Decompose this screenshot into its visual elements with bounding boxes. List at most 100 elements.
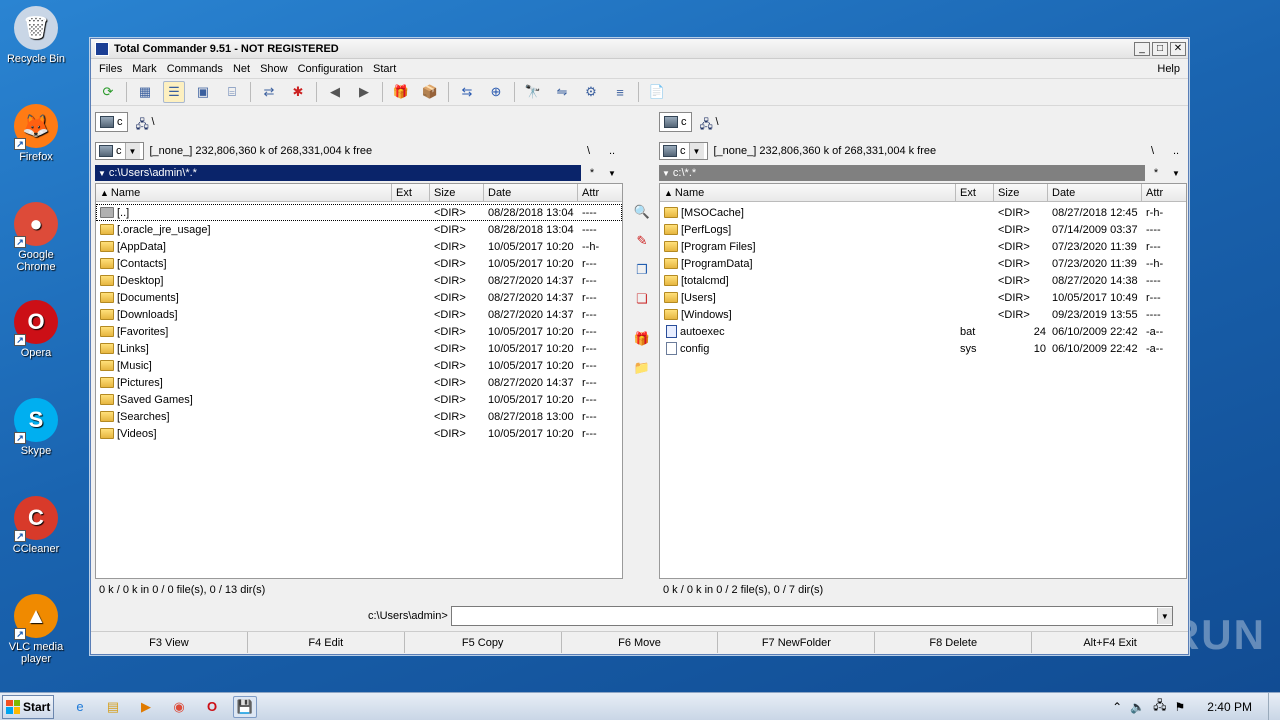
start-button[interactable]: Start — [2, 694, 54, 719]
menu-show[interactable]: Show — [260, 63, 288, 75]
sync-dirs-icon[interactable]: ⇋ — [551, 81, 573, 103]
desktop-icon[interactable]: S ↗ Skype — [0, 398, 72, 457]
f6-move-button[interactable]: F6 Move — [562, 632, 719, 653]
configure-icon[interactable]: ✱ — [287, 81, 309, 103]
desktop-icon[interactable]: C ↗ CCleaner — [0, 496, 72, 555]
f8-delete-button[interactable]: F8 Delete — [875, 632, 1033, 653]
file-row[interactable]: [Links] <DIR> 10/05/2017 10:20 r--- — [96, 340, 622, 357]
clock[interactable]: 2:40 PM — [1207, 700, 1252, 714]
flag-tray-icon[interactable]: ⚑ — [1175, 700, 1186, 714]
file-row[interactable]: config sys 10 06/10/2009 22:42 -a-- — [660, 340, 1186, 357]
menu-configuration[interactable]: Configuration — [298, 63, 363, 75]
file-row[interactable]: autoexec bat 24 06/10/2009 22:42 -a-- — [660, 323, 1186, 340]
left-root-label[interactable]: \ — [152, 116, 155, 128]
thumbnail-view-icon[interactable]: ▣ — [192, 81, 214, 103]
sort-ext-header[interactable]: Ext — [956, 184, 994, 201]
edit-file-icon[interactable]: ✎ — [631, 230, 653, 252]
sort-name-header[interactable]: ▲ Name — [660, 184, 956, 201]
tree-view-icon[interactable]: ⌸ — [221, 81, 243, 103]
f7-newfolder-button[interactable]: F7 NewFolder — [718, 632, 876, 653]
file-row[interactable]: [Contacts] <DIR> 10/05/2017 10:20 r--- — [96, 255, 622, 272]
file-row[interactable]: [Desktop] <DIR> 08/27/2020 14:37 r--- — [96, 272, 622, 289]
opera-icon[interactable]: O — [200, 696, 224, 718]
desktop-icon[interactable]: ● ↗ Google Chrome — [0, 202, 72, 273]
left-file-panel[interactable]: ▲ Name Ext Size Date Attr [..] <DIR> 08/28/… — [95, 183, 623, 579]
chevron-down-icon[interactable]: ▼ — [688, 143, 704, 159]
file-row[interactable]: [Music] <DIR> 10/05/2017 10:20 r--- — [96, 357, 622, 374]
copy-file-icon[interactable]: ❐ — [631, 259, 653, 281]
desktop-icon[interactable]: 🦊 ↗ Firefox — [0, 104, 72, 163]
file-row[interactable]: [Favorites] <DIR> 10/05/2017 10:20 r--- — [96, 323, 622, 340]
ftp-icon[interactable]: ⇆ — [456, 81, 478, 103]
pack-icon[interactable]: 🎁 — [390, 81, 412, 103]
chevron-down-icon[interactable]: ▼ — [1156, 608, 1172, 624]
close-button[interactable]: ✕ — [1170, 41, 1186, 56]
right-current-path[interactable]: ▼ c:\*.* — [659, 165, 1145, 181]
file-row[interactable]: [totalcmd] <DIR> 08/27/2020 14:38 ---- — [660, 272, 1186, 289]
chrome-icon[interactable]: ◉ — [167, 696, 191, 718]
file-row[interactable]: [Users] <DIR> 10/05/2017 10:49 r--- — [660, 289, 1186, 306]
right-drive-button[interactable]: c — [659, 112, 692, 132]
right-root-button[interactable]: \ — [1151, 145, 1154, 157]
file-row[interactable]: [..] <DIR> 08/28/2018 13:04 ---- — [96, 204, 622, 221]
file-row[interactable]: [Pictures] <DIR> 08/27/2020 14:37 r--- — [96, 374, 622, 391]
title-bar[interactable]: Total Commander 9.51 - NOT REGISTERED _ … — [91, 39, 1188, 59]
sort-attr-header[interactable]: Attr — [1142, 184, 1186, 201]
chevron-down-icon[interactable]: ▼ — [124, 143, 140, 159]
f5-copy-button[interactable]: F5 Copy — [405, 632, 562, 653]
right-filter-star[interactable]: * — [1147, 165, 1165, 181]
desktop-icon[interactable]: O ↗ Opera — [0, 300, 72, 359]
menu-net[interactable]: Net — [233, 63, 250, 75]
network-tray-icon[interactable]: 🖧 — [1153, 696, 1166, 717]
sort-date-header[interactable]: Date — [1048, 184, 1142, 201]
right-history-chevron-icon[interactable]: ▼ — [1167, 165, 1185, 181]
command-line-input[interactable]: ▼ — [450, 606, 1173, 626]
file-row[interactable]: [Program Files] <DIR> 07/23/2020 11:39 r--- — [660, 238, 1186, 255]
desktop-icon[interactable]: ▲ ↗ VLC media player — [0, 594, 72, 665]
menu-start[interactable]: Start — [373, 63, 396, 75]
left-drive-button[interactable]: c — [95, 112, 128, 132]
menu-help[interactable]: Help — [1157, 63, 1180, 75]
right-drive-dropdown[interactable]: c ▼ — [659, 142, 708, 160]
file-row[interactable]: [PerfLogs] <DIR> 07/14/2009 03:37 ---- — [660, 221, 1186, 238]
sort-ext-header[interactable]: Ext — [392, 184, 430, 201]
file-row[interactable]: [AppData] <DIR> 10/05/2017 10:20 --h- — [96, 238, 622, 255]
right-up-button[interactable]: .. — [1173, 145, 1179, 157]
ie-icon[interactable]: e — [68, 696, 92, 718]
sort-size-header[interactable]: Size — [430, 184, 484, 201]
file-row[interactable]: [MSOCache] <DIR> 08/27/2018 12:45 r-h- — [660, 204, 1186, 221]
f3-view-button[interactable]: F3 View — [91, 632, 248, 653]
minimize-button[interactable]: _ — [1134, 41, 1150, 56]
sort-name-header[interactable]: ▲ Name — [96, 184, 392, 201]
move-file-icon[interactable]: ❏ — [631, 288, 653, 310]
left-drive-dropdown[interactable]: c ▼ — [95, 142, 144, 160]
chevron-up-icon[interactable]: ⌃ — [1112, 700, 1122, 714]
refresh-icon[interactable]: ⟳ — [97, 81, 119, 103]
multi-rename-icon[interactable]: ⚙ — [580, 81, 602, 103]
alt-f4-exit-button[interactable]: Alt+F4 Exit — [1032, 632, 1188, 653]
file-row[interactable]: [ProgramData] <DIR> 07/23/2020 11:39 --h- — [660, 255, 1186, 272]
file-row[interactable]: [Documents] <DIR> 08/27/2020 14:37 r--- — [96, 289, 622, 306]
forward-icon[interactable]: ▶ — [353, 81, 375, 103]
sort-size-header[interactable]: Size — [994, 184, 1048, 201]
notepad-icon[interactable]: 📄 — [646, 81, 668, 103]
left-current-path[interactable]: ▼ c:\Users\admin\*.* — [95, 165, 581, 181]
desktop-icon[interactable]: 🗑 Recycle Bin — [0, 6, 72, 65]
view-file-icon[interactable]: 🔍 — [631, 201, 653, 223]
new-folder-icon[interactable]: 📁 — [631, 357, 653, 379]
show-desktop-button[interactable] — [1268, 692, 1280, 720]
file-row[interactable]: [Videos] <DIR> 10/05/2017 10:20 r--- — [96, 425, 622, 442]
compare-icon[interactable]: ≡ — [609, 81, 631, 103]
file-row[interactable]: [Saved Games] <DIR> 10/05/2017 10:20 r--- — [96, 391, 622, 408]
left-root-button[interactable]: \ — [587, 145, 590, 157]
left-history-chevron-icon[interactable]: ▼ — [603, 165, 621, 181]
left-filter-star[interactable]: * — [583, 165, 601, 181]
url-icon[interactable]: ⊕ — [485, 81, 507, 103]
maximize-button[interactable]: □ — [1152, 41, 1168, 56]
total-commander-icon[interactable]: 💾 — [233, 695, 257, 718]
media-player-icon[interactable]: ▶ — [134, 696, 158, 718]
file-row[interactable]: [Downloads] <DIR> 08/27/2020 14:37 r--- — [96, 306, 622, 323]
menu-mark[interactable]: Mark — [132, 63, 156, 75]
right-file-panel[interactable]: ▲ Name Ext Size Date Attr [MSOCache] <DIR>… — [659, 183, 1187, 579]
full-view-icon[interactable]: ☰ — [163, 81, 185, 103]
